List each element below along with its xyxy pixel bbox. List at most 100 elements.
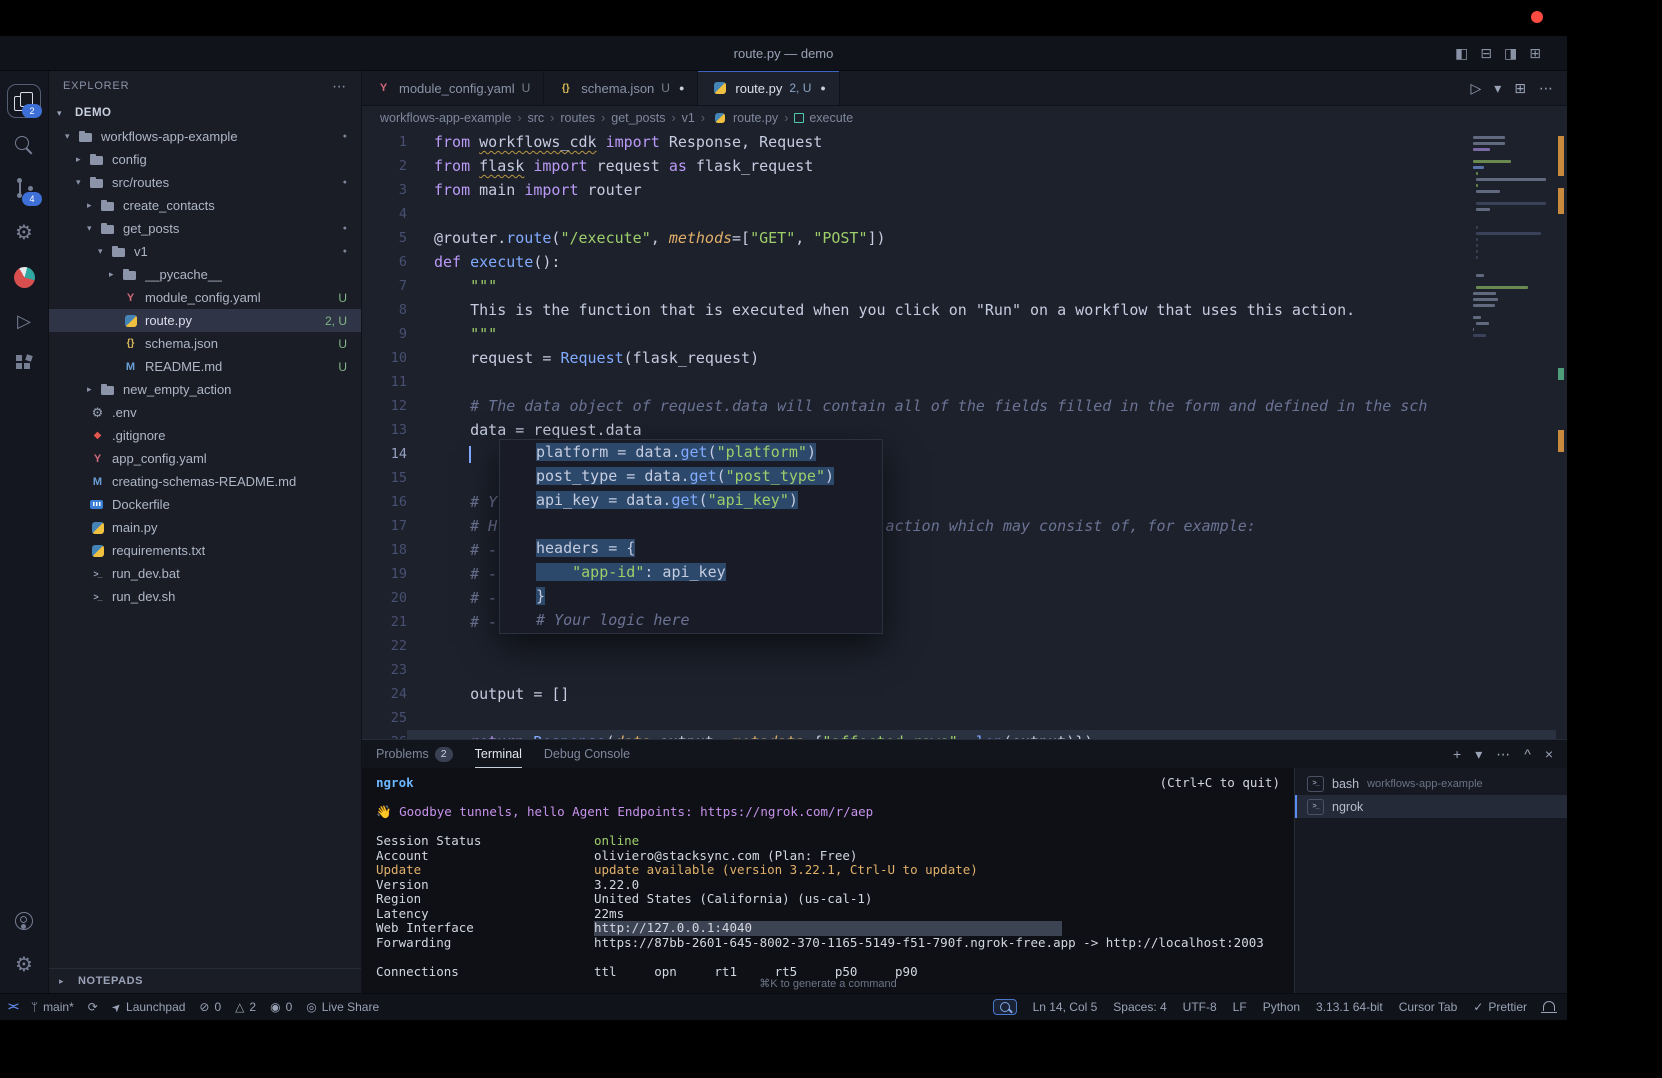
gear-icon [89, 405, 106, 421]
warnings-status[interactable]: △2 [235, 1000, 256, 1014]
tree-item-route.py[interactable]: route.py2, U [49, 309, 361, 332]
tree-item-new_empty_action[interactable]: ▸new_empty_action [49, 378, 361, 401]
titlebar-actions: ◧ ⊟ ◨ ⊞ [1455, 36, 1541, 70]
panel-tab-Terminal[interactable]: Terminal [475, 740, 522, 768]
tools-activity-button[interactable] [2, 211, 46, 255]
explorer-activity-button[interactable]: 2 [2, 79, 46, 123]
errors-status[interactable]: ⊘0 [199, 1000, 221, 1014]
customize-layout-icon[interactable]: ⊞ [1529, 45, 1541, 62]
tree-item-v1[interactable]: ▾v1● [49, 240, 361, 263]
breadcrumb-item-v1[interactable]: v1 [682, 111, 695, 125]
tree-item-config[interactable]: ▸config [49, 148, 361, 171]
toggle-sidebar-icon[interactable]: ◧ [1455, 45, 1468, 62]
section-header-demo[interactable]: ▾ DEMO [49, 101, 361, 125]
settings-activity-button[interactable] [2, 943, 46, 987]
tree-item-__pycache__[interactable]: ▸__pycache__ [49, 263, 361, 286]
notifications-bell[interactable] [1543, 1003, 1555, 1011]
inline-suggestion[interactable]: platform = data.get("platform")post_type… [499, 439, 883, 634]
terminal-view[interactable]: ngrok(Ctrl+C to quit)👋 Goodbye tunnels, … [362, 768, 1295, 993]
notepads-section[interactable]: ▸ NOTEPADS [49, 968, 361, 993]
panel-tab-Debug Console[interactable]: Debug Console [544, 740, 630, 768]
python-interpreter[interactable]: 3.13.1 64-bit [1316, 1000, 1383, 1014]
activity-bar: 24 [0, 71, 49, 993]
ports-status[interactable]: ◉0 [270, 1000, 292, 1014]
cursor-position[interactable]: Ln 14, Col 5 [1033, 1000, 1098, 1014]
breadcrumb-item-route.py[interactable]: route.py [711, 110, 778, 126]
line-number: 17 [362, 514, 407, 538]
launchpad-button[interactable]: ➤Launchpad [112, 1000, 186, 1014]
terminal-session-ngrok[interactable]: >_ngrok [1295, 795, 1567, 818]
tab-module_config.yaml[interactable]: module_config.yamlU [362, 71, 544, 105]
search-activity-button[interactable] [2, 123, 46, 167]
tree-item-.gitignore[interactable]: .gitignore [49, 424, 361, 447]
sync-button[interactable]: ⟳ [88, 1000, 98, 1014]
title-bar[interactable]: route.py — demo ◧⊟◨⊞ [0, 36, 1567, 71]
more-icon[interactable]: ⋯ [1539, 80, 1553, 97]
line-number: 11 [362, 370, 407, 394]
run-debug-activity-button[interactable] [2, 299, 46, 343]
line-number: 16 [362, 490, 407, 514]
extension-logo-activity-button[interactable] [2, 255, 46, 299]
session-detail: workflows-app-example [1367, 778, 1483, 790]
tree-item-src/routes[interactable]: ▾src/routes● [49, 171, 361, 194]
line-number: 13 [362, 418, 407, 442]
tree-item-workflows-app-example[interactable]: ▾workflows-app-example● [49, 125, 361, 148]
line-number: 14 [362, 442, 407, 466]
source-control-activity-button[interactable]: 4 [2, 167, 46, 211]
live-share-icon: ◎ [306, 1000, 316, 1014]
more-icon[interactable]: ⋯ [1496, 746, 1510, 763]
panel-tab-Problems[interactable]: Problems2 [376, 740, 453, 768]
extensions-activity-button[interactable] [2, 343, 46, 387]
tree-item-.env[interactable]: .env [49, 401, 361, 424]
split-editor-icon[interactable]: ⊞ [1514, 80, 1526, 97]
code-line-25: 25 [362, 706, 1567, 730]
chevron-down-icon[interactable]: ▾ [1475, 746, 1482, 763]
run-icon[interactable]: ▷ [1470, 80, 1481, 97]
line-number: 4 [362, 202, 407, 226]
tree-item-get_posts[interactable]: ▾get_posts● [49, 217, 361, 240]
breadcrumb-item-get_posts[interactable]: get_posts [611, 111, 665, 125]
tree-item-Dockerfile[interactable]: Dockerfile [49, 493, 361, 516]
breadcrumb-item-execute[interactable]: execute [794, 111, 853, 125]
chevron-down-icon: ▾ [57, 108, 70, 119]
toggle-panel-icon[interactable]: ⊟ [1480, 45, 1492, 62]
tree-item-create_contacts[interactable]: ▸create_contacts [49, 194, 361, 217]
tree-item-run_dev.sh[interactable]: run_dev.sh [49, 585, 361, 608]
status-bar: >< ᛘmain* ⟳ ➤Launchpad ⊘0 △2 ◉0 ◎Live Share Ln … [0, 993, 1567, 1020]
breadcrumb-item-src[interactable]: src [527, 111, 544, 125]
eol[interactable]: LF [1233, 1000, 1247, 1014]
cursor-tab[interactable]: Cursor Tab [1399, 1000, 1457, 1014]
indentation[interactable]: Spaces: 4 [1113, 1000, 1166, 1014]
remote-indicator[interactable]: >< [8, 1001, 17, 1013]
code-editor[interactable]: 1from workflows_cdk import Response, Req… [362, 130, 1567, 739]
account-activity-button[interactable] [2, 899, 46, 943]
tree-item-creating-schemas-README.md[interactable]: creating-schemas-README.md [49, 470, 361, 493]
live-share-button[interactable]: ◎Live Share [306, 1000, 379, 1014]
toggle-secondary-sidebar-icon[interactable]: ◨ [1504, 45, 1517, 62]
tree-item-README.md[interactable]: README.mdU [49, 355, 361, 378]
tree-item-app_config.yaml[interactable]: app_config.yaml [49, 447, 361, 470]
tab-schema.json[interactable]: schema.jsonU● [544, 71, 698, 105]
prettier-status[interactable]: ✓Prettier [1473, 1000, 1527, 1014]
encoding[interactable]: UTF-8 [1183, 1000, 1217, 1014]
chevron-down-icon[interactable]: ▾ [1494, 80, 1501, 97]
tab-route.py[interactable]: route.py2, U● [698, 71, 839, 105]
search-toggle[interactable] [993, 999, 1017, 1015]
add-icon[interactable]: + [1453, 746, 1461, 762]
desktop: route.py — demo ◧⊟◨⊞ 24 EXPLORER ⋯ ▾ DEM… [0, 0, 1662, 1078]
tree-item-main.py[interactable]: main.py [49, 516, 361, 539]
tree-item-module_config.yaml[interactable]: module_config.yamlU [49, 286, 361, 309]
more-actions-icon[interactable]: ⋯ [332, 78, 347, 95]
tree-item-schema.json[interactable]: schema.jsonU [49, 332, 361, 355]
close-icon[interactable]: × [1545, 746, 1553, 762]
terminal-session-bash[interactable]: >_bashworkflows-app-example [1295, 772, 1567, 795]
language-mode[interactable]: Python [1263, 1000, 1300, 1014]
tree-item-run_dev.bat[interactable]: run_dev.bat [49, 562, 361, 585]
tree-item-requirements.txt[interactable]: requirements.txt [49, 539, 361, 562]
breadcrumb-item-routes[interactable]: routes [560, 111, 595, 125]
minimap[interactable] [1473, 136, 1553, 340]
md-icon [122, 359, 139, 375]
maximize-icon[interactable]: ^ [1524, 746, 1531, 762]
breadcrumb-item-workflows-app-example[interactable]: workflows-app-example [380, 111, 511, 125]
branch-status[interactable]: ᛘmain* [31, 1000, 74, 1014]
